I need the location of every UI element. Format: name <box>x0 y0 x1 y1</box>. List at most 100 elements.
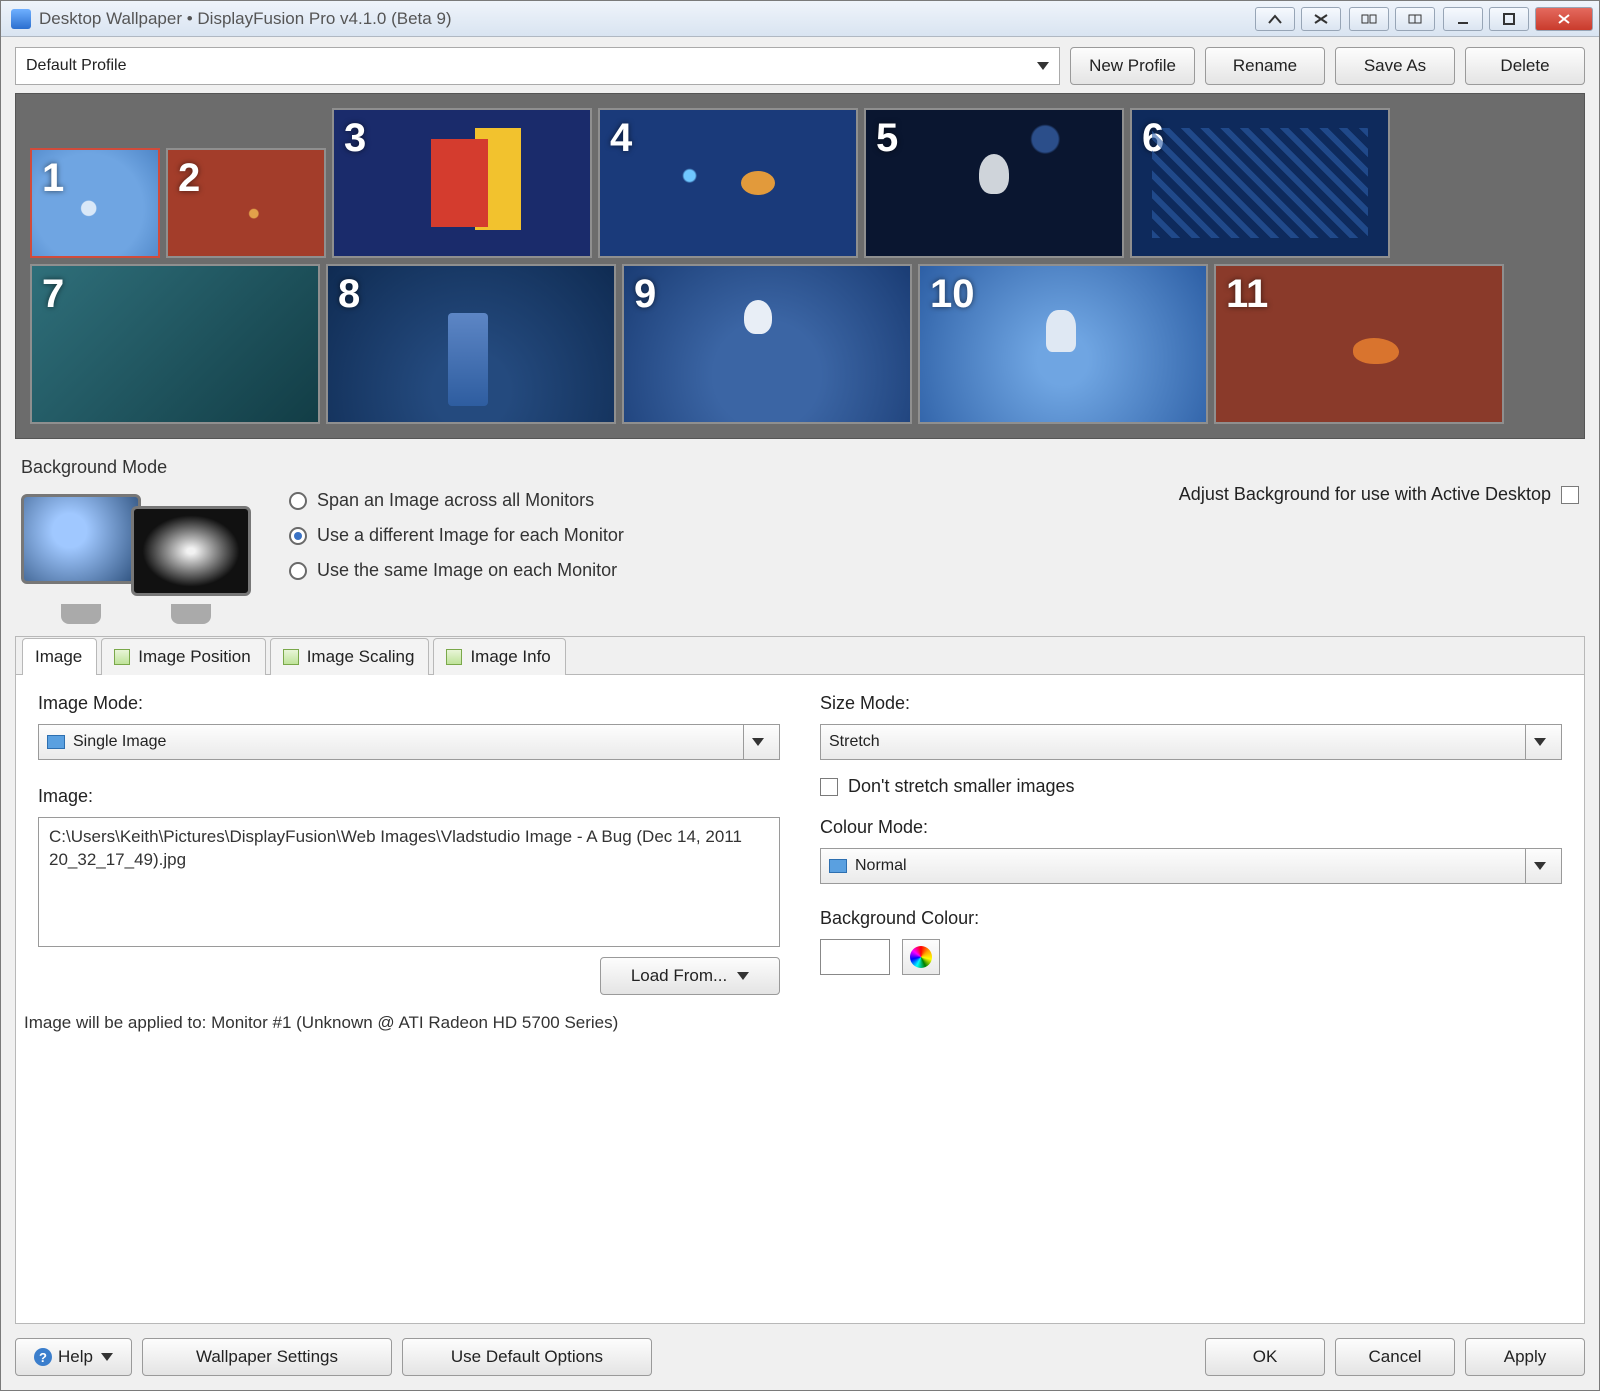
radio-label: Use a different Image for each Monitor <box>317 525 624 546</box>
apply-target-status: Image will be applied to: Monitor #1 (Un… <box>16 1007 1584 1033</box>
monitor-number: 5 <box>876 116 898 161</box>
chevron-down-icon <box>101 1353 113 1361</box>
dont-stretch-row: Don't stretch smaller images <box>820 776 1562 797</box>
tab-label: Image Position <box>138 647 250 667</box>
tab-image-info[interactable]: Image Info <box>433 638 565 675</box>
image-path-field[interactable]: C:\Users\Keith\Pictures\DisplayFusion\We… <box>38 817 780 947</box>
image-mode-dropdown[interactable]: Single Image <box>38 724 780 760</box>
size-mode-dropdown[interactable]: Stretch <box>820 724 1562 760</box>
chevron-down-icon <box>743 725 771 759</box>
aux-button-3[interactable] <box>1349 7 1389 31</box>
monitor-number: 9 <box>634 272 656 317</box>
monitor-thumb-1[interactable]: 1 <box>30 148 160 258</box>
monitor-thumb-8[interactable]: 8 <box>326 264 616 424</box>
tab-image-panel: Image Mode: Single Image Image: C:\Users… <box>16 675 1584 1007</box>
aux-window-buttons <box>1255 7 1341 31</box>
adjust-active-desktop-checkbox[interactable] <box>1561 486 1579 504</box>
background-mode-section: Background Mode Span an Image across all… <box>15 447 1585 628</box>
colour-mode-icon <box>829 859 847 873</box>
rename-button[interactable]: Rename <box>1205 47 1325 85</box>
monitor-illustration <box>21 484 271 624</box>
monitor-thumb-10[interactable]: 10 <box>918 264 1208 424</box>
monitor-thumb-6[interactable]: 6 <box>1130 108 1390 258</box>
chevron-down-icon <box>1037 62 1049 70</box>
monitor-number: 2 <box>178 156 200 201</box>
monitor-thumb-5[interactable]: 5 <box>864 108 1124 258</box>
tab-info-icon <box>446 649 462 665</box>
app-icon <box>11 9 31 29</box>
image-mode-icon <box>47 735 65 749</box>
load-from-button[interactable]: Load From... <box>600 957 780 995</box>
maximize-button[interactable] <box>1489 7 1529 31</box>
cancel-button[interactable]: Cancel <box>1335 1338 1455 1376</box>
tab-image[interactable]: Image <box>22 638 97 675</box>
monitor-strip: 1 2 3 4 5 6 78 9 10 11 <box>15 93 1585 439</box>
radio-icon <box>289 527 307 545</box>
close-button[interactable] <box>1535 7 1593 31</box>
tab-image-position[interactable]: Image Position <box>101 638 265 675</box>
help-icon: ? <box>34 1348 52 1366</box>
adjust-active-desktop-label: Adjust Background for use with Active De… <box>1179 484 1551 505</box>
monitor-thumb-9[interactable]: 9 <box>622 264 912 424</box>
background-mode-options: Span an Image across all Monitors Use a … <box>289 484 624 581</box>
radio-different-each[interactable]: Use a different Image for each Monitor <box>289 525 624 546</box>
profile-row: Default Profile New Profile Rename Save … <box>15 47 1585 85</box>
app-window: Desktop Wallpaper • DisplayFusion Pro v4… <box>0 0 1600 1391</box>
window-title: Desktop Wallpaper • DisplayFusion Pro v4… <box>39 9 1247 29</box>
load-from-label: Load From... <box>631 966 727 986</box>
chevron-down-icon <box>737 972 749 980</box>
colour-wheel-icon <box>910 946 932 968</box>
chevron-down-icon <box>1525 849 1553 883</box>
aux-button-2[interactable] <box>1301 7 1341 31</box>
dont-stretch-checkbox[interactable] <box>820 778 838 796</box>
tab-label: Image <box>35 647 82 667</box>
wallpaper-settings-button[interactable]: Wallpaper Settings <box>142 1338 392 1376</box>
dont-stretch-label: Don't stretch smaller images <box>848 776 1075 797</box>
colour-mode-label: Colour Mode: <box>820 817 1562 838</box>
left-column: Image Mode: Single Image Image: C:\Users… <box>38 693 780 995</box>
monitor-thumb-11[interactable]: 11 <box>1214 264 1504 424</box>
delete-button[interactable]: Delete <box>1465 47 1585 85</box>
new-profile-button[interactable]: New Profile <box>1070 47 1195 85</box>
monitor-number: 4 <box>610 116 632 161</box>
monitor-thumb-3[interactable]: 3 <box>332 108 592 258</box>
monitor-thumb-2[interactable]: 2 <box>166 148 326 258</box>
tab-label: Image Scaling <box>307 647 415 667</box>
bg-colour-label: Background Colour: <box>820 908 1562 929</box>
aux-window-buttons-2 <box>1349 7 1435 31</box>
bg-colour-picker-button[interactable] <box>902 939 940 975</box>
monitor-number: 3 <box>344 116 366 161</box>
radio-icon <box>289 492 307 510</box>
monitor-number: 8 <box>338 272 360 317</box>
radio-label: Span an Image across all Monitors <box>317 490 594 511</box>
colour-mode-value: Normal <box>855 857 1517 875</box>
ok-button[interactable]: OK <box>1205 1338 1325 1376</box>
chevron-down-icon <box>1525 725 1553 759</box>
client-area: Default Profile New Profile Rename Save … <box>1 37 1599 1390</box>
profile-dropdown-value: Default Profile <box>26 57 127 75</box>
monitor-number: 1 <box>42 156 64 201</box>
monitor-number: 11 <box>1226 272 1268 317</box>
apply-button[interactable]: Apply <box>1465 1338 1585 1376</box>
radio-same-each[interactable]: Use the same Image on each Monitor <box>289 560 624 581</box>
image-mode-label: Image Mode: <box>38 693 780 714</box>
bg-colour-swatch[interactable] <box>820 939 890 975</box>
radio-span-monitors[interactable]: Span an Image across all Monitors <box>289 490 624 511</box>
colour-mode-dropdown[interactable]: Normal <box>820 848 1562 884</box>
help-button[interactable]: ? Help <box>15 1338 132 1376</box>
image-mode-value: Single Image <box>73 733 735 751</box>
help-label: Help <box>58 1347 93 1367</box>
aux-button-4[interactable] <box>1395 7 1435 31</box>
use-default-options-button[interactable]: Use Default Options <box>402 1338 652 1376</box>
save-as-button[interactable]: Save As <box>1335 47 1455 85</box>
tab-label: Image Info <box>470 647 550 667</box>
tab-image-scaling[interactable]: Image Scaling <box>270 638 430 675</box>
minimize-button[interactable] <box>1443 7 1483 31</box>
monitor-thumb-7[interactable]: 7 <box>30 264 320 424</box>
size-mode-label: Size Mode: <box>820 693 1562 714</box>
profile-dropdown[interactable]: Default Profile <box>15 47 1060 85</box>
radio-icon <box>289 562 307 580</box>
adjust-active-desktop-row: Adjust Background for use with Active De… <box>1179 484 1579 505</box>
monitor-thumb-4[interactable]: 4 <box>598 108 858 258</box>
aux-button-1[interactable] <box>1255 7 1295 31</box>
